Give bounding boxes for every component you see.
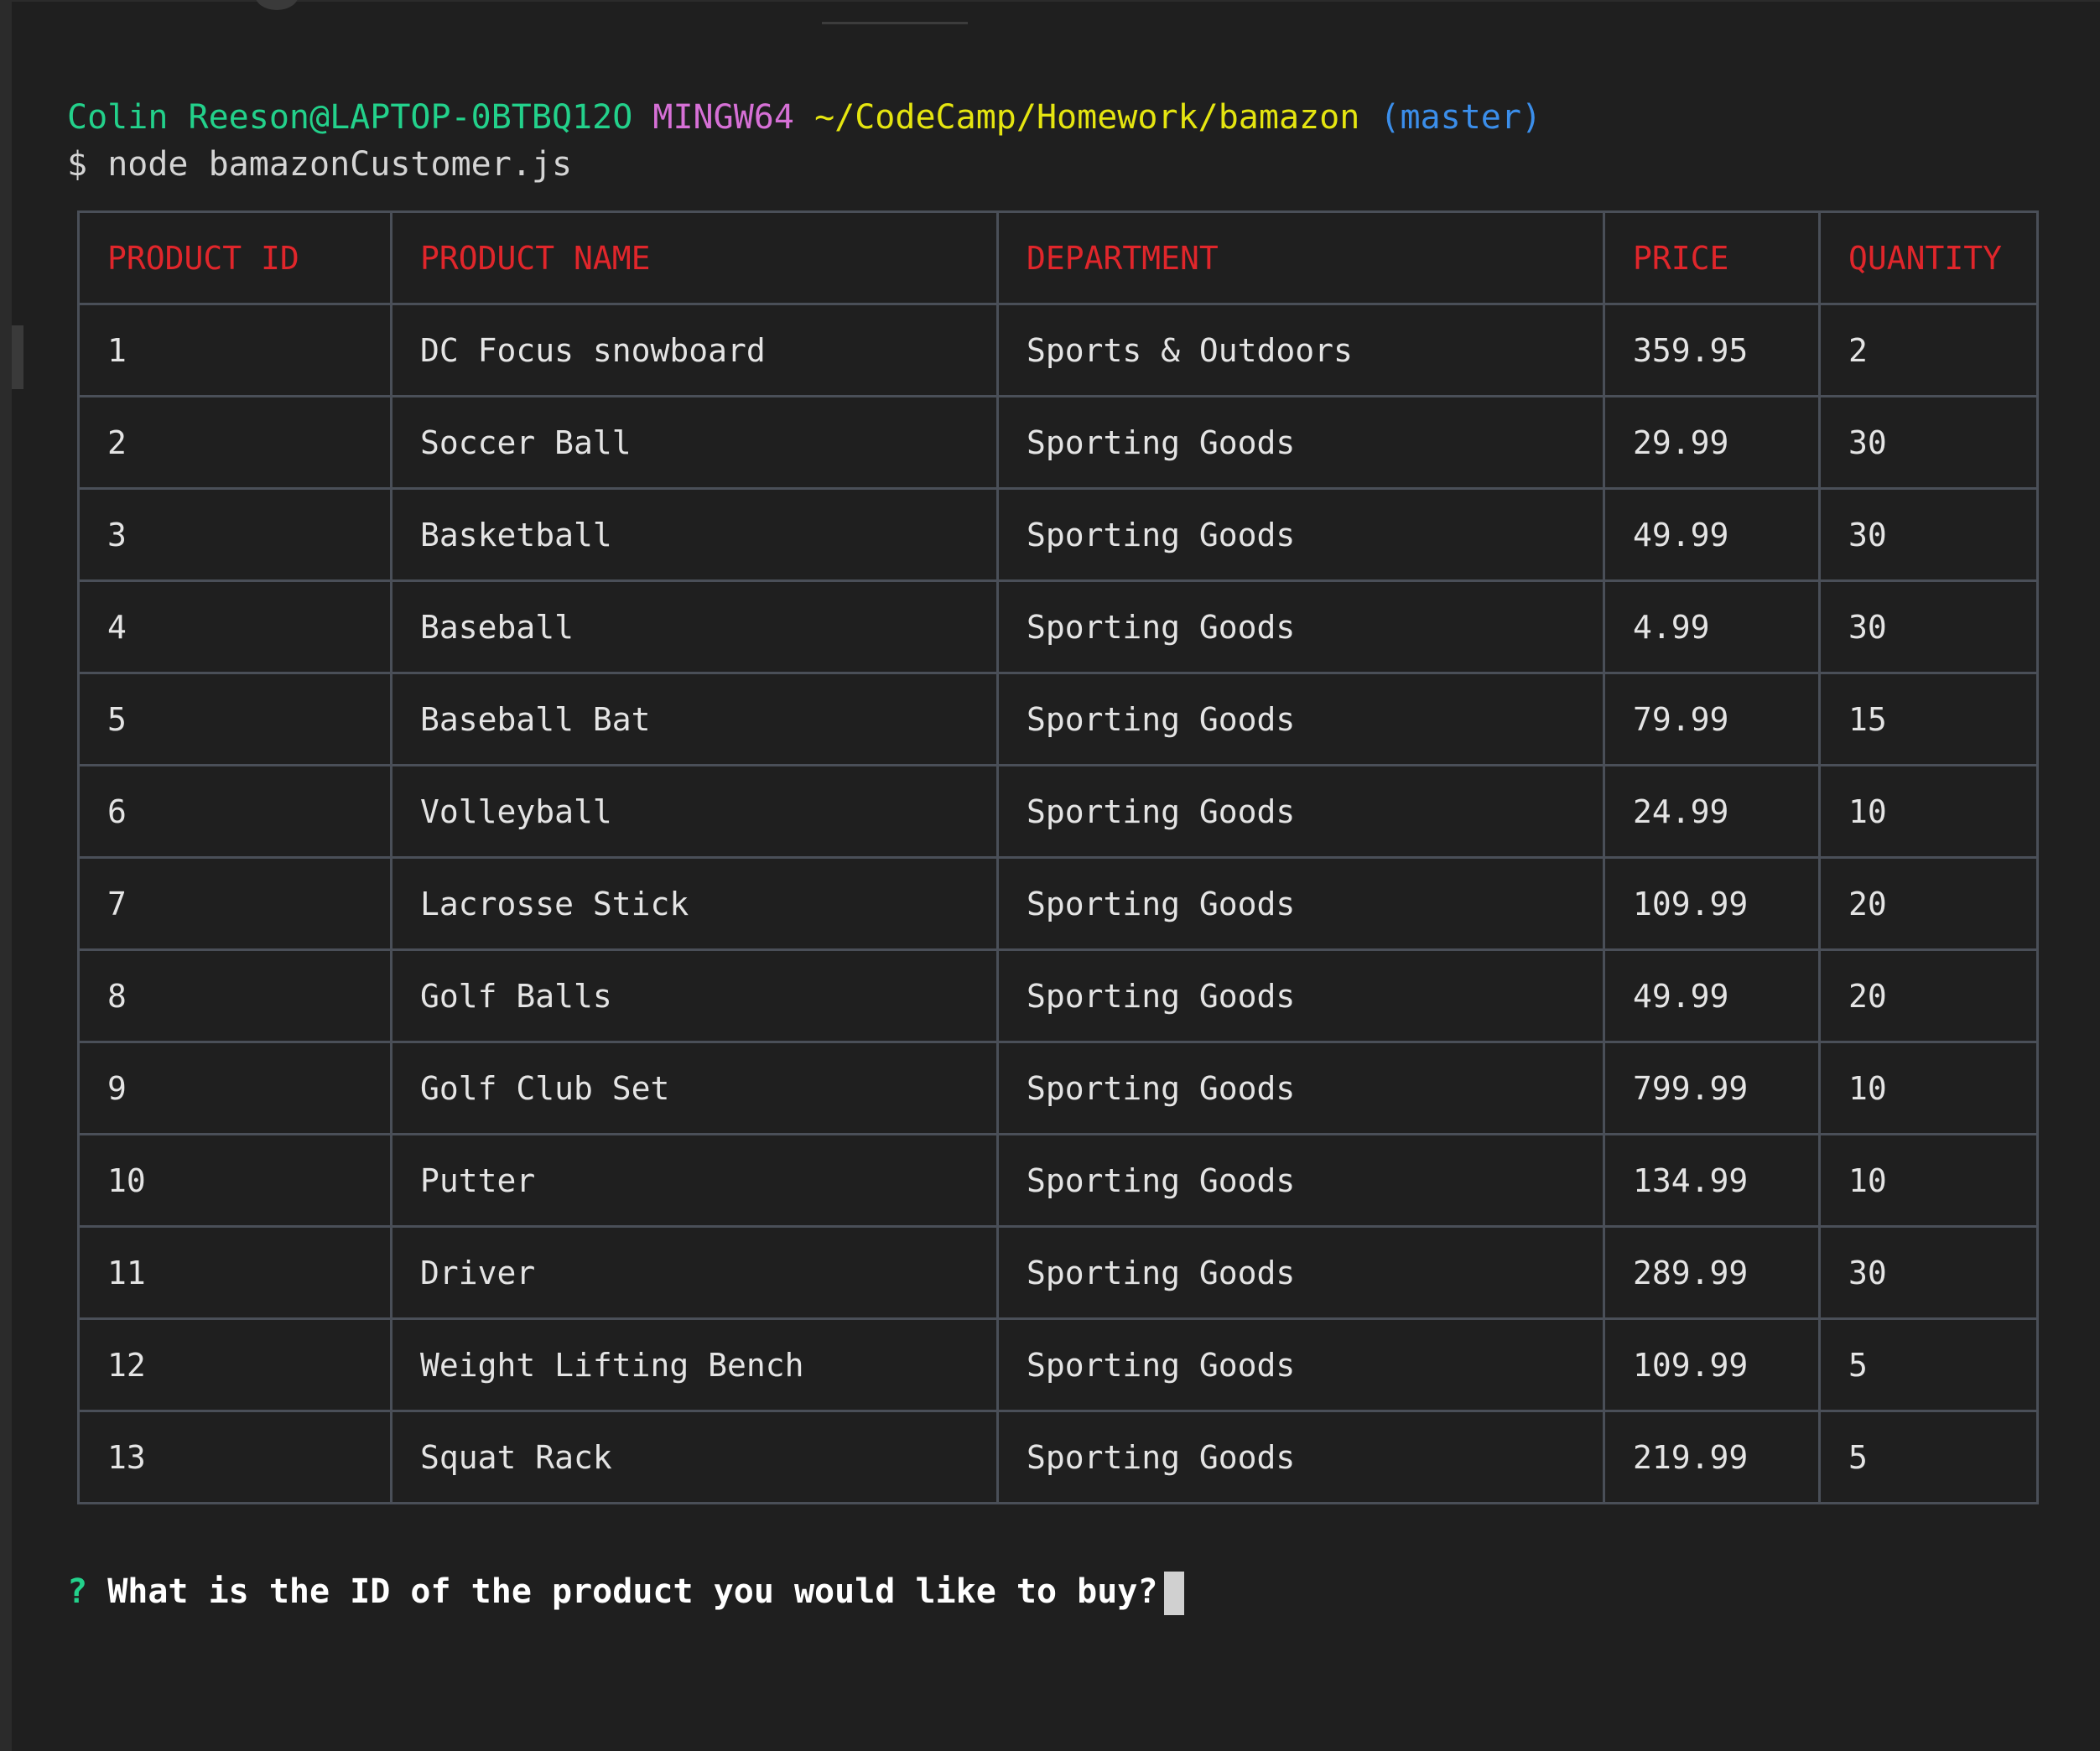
cell-product-name: Soccer Ball — [390, 395, 999, 490]
table-row: 4 Baseball Sporting Goods 4.99 30 — [77, 579, 2039, 674]
text-cursor[interactable] — [1164, 1572, 1185, 1615]
cell-department: Sporting Goods — [996, 487, 1605, 582]
cell-product-name: Weight Lifting Bench — [390, 1317, 999, 1412]
cell-department: Sporting Goods — [996, 1225, 1605, 1320]
table-row: 12 Weight Lifting Bench Sporting Goods 1… — [77, 1317, 2039, 1412]
cell-quantity: 30 — [1818, 579, 2039, 674]
cell-quantity: 5 — [1818, 1317, 2039, 1412]
cell-price: 109.99 — [1603, 1317, 1821, 1412]
question-mark-icon: ? — [67, 1572, 88, 1611]
cell-quantity: 20 — [1818, 856, 2039, 951]
cell-price: 79.99 — [1603, 672, 1821, 766]
cell-department: Sporting Goods — [996, 1410, 1605, 1504]
cell-quantity: 30 — [1818, 395, 2039, 490]
cell-price: 289.99 — [1603, 1225, 1821, 1320]
cell-product-id: 8 — [77, 948, 392, 1043]
cell-quantity: 20 — [1818, 948, 2039, 1043]
cell-product-name: Golf Balls — [390, 948, 999, 1043]
header-product-id: PRODUCT ID — [77, 210, 392, 305]
purchase-prompt[interactable]: ? What is the ID of the product you woul… — [67, 1565, 1185, 1619]
terminal-output[interactable]: Colin Reeson@LAPTOP-0BTBQ12O MINGW64 ~/C… — [0, 0, 2100, 1751]
cell-product-name: Basketball — [390, 487, 999, 582]
cell-department: Sporting Goods — [996, 1133, 1605, 1228]
cell-department: Sporting Goods — [996, 856, 1605, 951]
cell-product-id: 9 — [77, 1041, 392, 1135]
cell-price: 4.99 — [1603, 579, 1821, 674]
table-row: 10 Putter Sporting Goods 134.99 10 — [77, 1133, 2039, 1228]
cell-department: Sporting Goods — [996, 395, 1605, 490]
question-text: What is the ID of the product you would … — [107, 1572, 1158, 1611]
cell-price: 24.99 — [1603, 764, 1821, 859]
cell-quantity: 30 — [1818, 487, 2039, 582]
cell-product-id: 6 — [77, 764, 392, 859]
cell-product-name: Squat Rack — [390, 1410, 999, 1504]
table-row: 8 Golf Balls Sporting Goods 49.99 20 — [77, 948, 2039, 1043]
header-product-name: PRODUCT NAME — [390, 210, 999, 305]
cell-price: 219.99 — [1603, 1410, 1821, 1504]
cell-product-id: 11 — [77, 1225, 392, 1320]
cell-department: Sporting Goods — [996, 1041, 1605, 1135]
cell-quantity: 30 — [1818, 1225, 2039, 1320]
cell-price: 799.99 — [1603, 1041, 1821, 1135]
cell-product-id: 4 — [77, 579, 392, 674]
cell-product-name: Golf Club Set — [390, 1041, 999, 1135]
cell-product-id: 2 — [77, 395, 392, 490]
table-row: 5 Baseball Bat Sporting Goods 79.99 15 — [77, 672, 2039, 766]
command-line: $ node bamazonCustomer.js — [67, 139, 572, 190]
cell-department: Sporting Goods — [996, 579, 1605, 674]
table-row: 3 Basketball Sporting Goods 49.99 30 — [77, 487, 2039, 582]
cell-quantity: 5 — [1818, 1410, 2039, 1504]
cell-quantity: 2 — [1818, 303, 2039, 397]
header-quantity: QUANTITY — [1818, 210, 2039, 305]
header-department: DEPARTMENT — [996, 210, 1605, 305]
cell-quantity: 10 — [1818, 1133, 2039, 1228]
cell-product-name: Putter — [390, 1133, 999, 1228]
cell-department: Sporting Goods — [996, 1317, 1605, 1412]
shell-prompt: Colin Reeson@LAPTOP-0BTBQ12O MINGW64 ~/C… — [67, 92, 1541, 143]
table-header-row: PRODUCT ID PRODUCT NAME DEPARTMENT PRICE… — [77, 210, 2039, 305]
cell-product-name: Baseball Bat — [390, 672, 999, 766]
prompt-user-host: Colin Reeson@LAPTOP-0BTBQ12O — [67, 98, 633, 137]
cell-product-id: 12 — [77, 1317, 392, 1412]
table-row: 13 Squat Rack Sporting Goods 219.99 5 — [77, 1410, 2039, 1504]
products-table: PRODUCT ID PRODUCT NAME DEPARTMENT PRICE… — [77, 210, 2039, 1504]
cell-department: Sports & Outdoors — [996, 303, 1605, 397]
cell-price: 49.99 — [1603, 487, 1821, 582]
cell-price: 359.95 — [1603, 303, 1821, 397]
cell-department: Sporting Goods — [996, 764, 1605, 859]
table-row: 7 Lacrosse Stick Sporting Goods 109.99 2… — [77, 856, 2039, 951]
command-text: node bamazonCustomer.js — [107, 145, 573, 184]
cell-product-name: Volleyball — [390, 764, 999, 859]
table-row: 2 Soccer Ball Sporting Goods 29.99 30 — [77, 395, 2039, 490]
cell-product-id: 7 — [77, 856, 392, 951]
cell-price: 29.99 — [1603, 395, 1821, 490]
cell-quantity: 10 — [1818, 1041, 2039, 1135]
cell-product-name: Driver — [390, 1225, 999, 1320]
command-symbol: $ — [67, 145, 88, 184]
cell-price: 109.99 — [1603, 856, 1821, 951]
cell-product-id: 10 — [77, 1133, 392, 1228]
cell-price: 134.99 — [1603, 1133, 1821, 1228]
prompt-system: MINGW64 — [652, 98, 794, 137]
cell-department: Sporting Goods — [996, 948, 1605, 1043]
prompt-path: ~/CodeCamp/Homework/bamazon — [814, 98, 1360, 137]
cell-product-id: 5 — [77, 672, 392, 766]
table-row: 9 Golf Club Set Sporting Goods 799.99 10 — [77, 1041, 2039, 1135]
cell-product-id: 1 — [77, 303, 392, 397]
table-row: 6 Volleyball Sporting Goods 24.99 10 — [77, 764, 2039, 859]
cell-product-id: 3 — [77, 487, 392, 582]
table-row: 11 Driver Sporting Goods 289.99 30 — [77, 1225, 2039, 1320]
cell-price: 49.99 — [1603, 948, 1821, 1043]
cell-department: Sporting Goods — [996, 672, 1605, 766]
cell-quantity: 15 — [1818, 672, 2039, 766]
cell-product-id: 13 — [77, 1410, 392, 1504]
cell-product-name: DC Focus snowboard — [390, 303, 999, 397]
header-price: PRICE — [1603, 210, 1821, 305]
cell-product-name: Baseball — [390, 579, 999, 674]
cell-product-name: Lacrosse Stick — [390, 856, 999, 951]
table-row: 1 DC Focus snowboard Sports & Outdoors 3… — [77, 303, 2039, 397]
prompt-branch: (master) — [1380, 98, 1542, 137]
cell-quantity: 10 — [1818, 764, 2039, 859]
